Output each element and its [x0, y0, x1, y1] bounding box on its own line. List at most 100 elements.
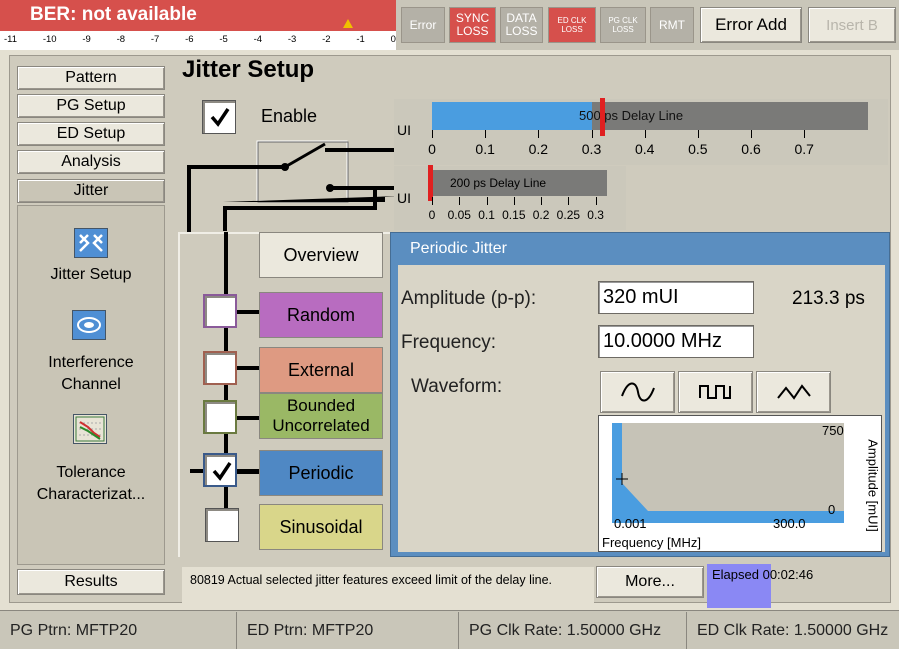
- ruler-tick-label: 0.7: [794, 141, 814, 157]
- ber-tick-label: -7: [150, 34, 160, 45]
- triangle-wave-icon: [776, 384, 811, 400]
- pg-clock-rate-status: PG Clk Rate: 1.50000 GHz: [459, 612, 687, 649]
- ruler-tick: [432, 197, 433, 205]
- connector-lines: [190, 232, 260, 542]
- bounded-checkbox[interactable]: [203, 400, 237, 434]
- ber-scale: -11 -10 -9 -8 -7 -6 -5 -4 -3 -2 -1 0: [4, 34, 396, 45]
- ruler-tick-label: 0: [428, 141, 436, 157]
- subnav-tolerance-characterization[interactable]: Tolerance Characterizat...: [17, 462, 165, 506]
- ruler-tick-label: 0.1: [475, 141, 495, 157]
- tab-bounded-uncorrelated[interactable]: Bounded Uncorrelated: [259, 393, 383, 439]
- ber-tick-label: -3: [287, 34, 297, 45]
- delay-500-label: 500 ps Delay Line: [579, 108, 684, 123]
- ruler-tick: [486, 197, 488, 205]
- tab-overview[interactable]: Overview: [259, 232, 383, 278]
- plot-y-max: 750: [822, 423, 844, 438]
- ruler-tick: [595, 197, 597, 205]
- amplitude-label: Amplitude (p-p):: [401, 288, 537, 309]
- more-button[interactable]: More...: [596, 566, 704, 598]
- nav-pg-setup[interactable]: PG Setup: [17, 94, 165, 118]
- ruler-tick-label: 0.5: [688, 141, 708, 157]
- error-add-button[interactable]: Error Add: [700, 7, 802, 43]
- error-indicator-label: Error: [409, 17, 437, 32]
- ruler-tick: [644, 130, 646, 138]
- enable-checkbox[interactable]: [202, 100, 236, 134]
- ruler-tick: [513, 197, 515, 205]
- ruler-tick: [432, 130, 433, 138]
- sine-wave-button[interactable]: [600, 371, 675, 413]
- ber-title: BER: not available: [30, 4, 197, 25]
- amplitude-ps-readout: 213.3 ps: [792, 288, 865, 309]
- ruler-tick: [568, 197, 570, 205]
- ber-tick-label: -10: [42, 34, 57, 45]
- nav-pattern[interactable]: Pattern: [17, 66, 165, 90]
- nav-jitter[interactable]: Jitter: [17, 179, 165, 203]
- ber-display: BER: not available -11 -10 -9 -8 -7 -6 -5 -4 -3-…: [0, 0, 396, 50]
- ruler-tick: [804, 130, 806, 138]
- subnav-interference-channel[interactable]: Interference Channel: [17, 352, 165, 396]
- pg-clk-loss-line1: PG CLK: [608, 16, 638, 25]
- ruler-tick-label: 0.15: [502, 208, 526, 222]
- random-checkbox[interactable]: [203, 294, 237, 328]
- subnav-jitter-setup[interactable]: Jitter Setup: [17, 264, 165, 286]
- nav-ed-setup[interactable]: ED Setup: [17, 122, 165, 146]
- data-loss-indicator: DATA LOSS: [500, 7, 543, 43]
- tab-sinusoidal[interactable]: Sinusoidal: [259, 504, 383, 550]
- ruler-tick: [485, 130, 487, 138]
- ruler-tick: [697, 130, 699, 138]
- delay-200-marker[interactable]: [428, 165, 433, 201]
- frequency-input[interactable]: 10.0000 MHz: [598, 325, 754, 358]
- ed-clk-loss-line2: LOSS: [561, 25, 583, 34]
- ber-tick-label: -1: [356, 34, 365, 45]
- ber-tick-label: -2: [322, 34, 331, 45]
- ruler-tick-label: 0.05: [447, 208, 471, 222]
- warning-icon: [343, 19, 353, 28]
- enable-label: Enable: [261, 106, 318, 126]
- ruler-tick: [751, 130, 753, 138]
- ruler-tick: [591, 130, 593, 138]
- tab-random[interactable]: Random: [259, 292, 383, 338]
- panel-title: Periodic Jitter: [410, 240, 507, 257]
- external-checkbox[interactable]: [203, 351, 237, 385]
- ruler-tick-label: 0.6: [741, 141, 761, 157]
- sync-loss-indicator: SYNC LOSS: [449, 7, 496, 43]
- ed-clk-loss-indicator: ED CLK LOSS: [548, 7, 596, 43]
- nav-analysis[interactable]: Analysis: [17, 150, 165, 174]
- ruler-tick-label: 0.25: [556, 208, 581, 222]
- ruler-tick-label: 0: [428, 208, 436, 222]
- interference-channel-icon[interactable]: [72, 310, 106, 340]
- error-indicator: Error: [401, 7, 445, 43]
- plot-x-max: 300.0: [773, 516, 806, 531]
- ber-tick-label: -6: [185, 34, 194, 45]
- jitter-setup-icon[interactable]: [74, 228, 108, 258]
- pg-pattern-status: PG Ptrn: MFTP20: [0, 612, 237, 649]
- ruler-tick-label: 0.1: [478, 208, 495, 222]
- ber-tick-label: -11: [4, 34, 18, 45]
- plot-area: [612, 423, 844, 523]
- plot-xlabel: Frequency [MHz]: [602, 535, 701, 550]
- insert-b-button[interactable]: Insert B: [808, 7, 896, 43]
- ruler-tick-label: 0.4: [634, 141, 655, 157]
- delay-200-label: 200 ps Delay Line: [450, 176, 547, 190]
- delay-200-ruler: 0 0.05 0.1 0.15 0.2 0.25 0.3: [428, 197, 612, 229]
- delay-500-unit: UI: [397, 122, 411, 138]
- ruler-tick: [538, 130, 540, 138]
- sinusoidal-checkbox[interactable]: [205, 508, 239, 542]
- ber-tick-label: -9: [82, 34, 91, 45]
- ber-tick-label: -5: [219, 34, 228, 45]
- periodic-checkbox[interactable]: [203, 453, 237, 487]
- nav-results[interactable]: Results: [17, 569, 165, 595]
- elapsed-time: Elapsed 00:02:46: [712, 567, 814, 582]
- amplitude-input[interactable]: 320 mUI: [598, 281, 754, 314]
- triangle-wave-button[interactable]: [756, 371, 831, 413]
- ruler-tick-label: 0.3: [587, 208, 604, 222]
- tab-external[interactable]: External: [259, 347, 383, 393]
- ruler-tick: [541, 197, 543, 205]
- square-wave-button[interactable]: [678, 371, 753, 413]
- tab-periodic[interactable]: Periodic: [259, 450, 383, 496]
- rmt-indicator: RMT: [650, 7, 694, 43]
- waveform-label: Waveform:: [411, 376, 503, 397]
- frequency-label: Frequency:: [401, 332, 497, 353]
- tolerance-characterization-icon[interactable]: [73, 414, 107, 444]
- delay-200-unit: UI: [397, 190, 411, 206]
